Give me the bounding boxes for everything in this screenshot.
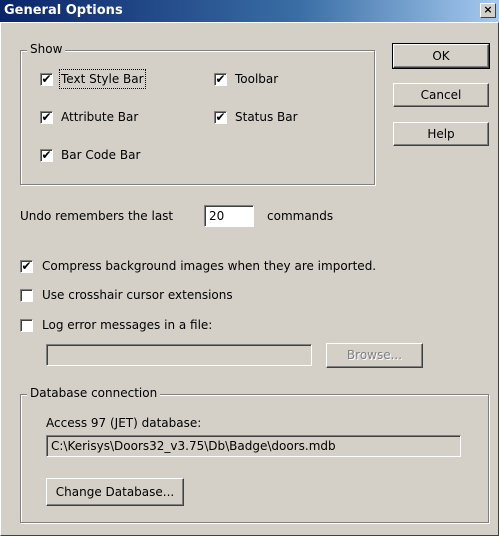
database-path-field: C:\Kerisys\Doors32_v3.75\Db\Badge\doors.… — [46, 435, 461, 457]
log-errors-label[interactable]: Log error messages in a file: — [42, 317, 212, 333]
window-title: General Options — [4, 3, 123, 18]
log-file-path-field[interactable] — [46, 344, 312, 366]
text-style-bar-label[interactable]: Text Style Bar — [59, 69, 146, 89]
bar-code-bar-label[interactable]: Bar Code Bar — [61, 147, 140, 163]
close-icon[interactable]: × — [480, 3, 496, 18]
toolbar-label[interactable]: Toolbar — [235, 71, 278, 87]
dialog-body: Show ✔ Text Style Bar ✔ Toolbar ✔ Attrib… — [0, 22, 499, 536]
status-bar-checkbox[interactable]: ✔ — [214, 111, 227, 124]
crosshair-cursor-label[interactable]: Use crosshair cursor extensions — [42, 287, 233, 303]
undo-suffix-label: commands — [267, 209, 334, 223]
ok-button[interactable]: OK — [392, 43, 490, 69]
title-bar: General Options × — [0, 0, 499, 22]
bar-code-bar-checkbox[interactable]: ✔ — [40, 149, 53, 162]
toolbar-checkbox[interactable]: ✔ — [214, 73, 227, 86]
cancel-button[interactable]: Cancel — [393, 83, 489, 107]
undo-label: Undo remembers the last — [20, 209, 174, 223]
undo-count-input[interactable]: 20 — [204, 205, 254, 227]
database-group-legend: Database connection — [27, 386, 161, 400]
show-group-legend: Show — [27, 42, 66, 56]
log-errors-checkbox[interactable] — [20, 319, 33, 332]
text-style-bar-checkbox[interactable]: ✔ — [40, 73, 53, 86]
crosshair-cursor-checkbox[interactable] — [20, 289, 33, 302]
attribute-bar-label[interactable]: Attribute Bar — [61, 109, 138, 125]
database-type-label: Access 97 (JET) database: — [46, 416, 202, 430]
attribute-bar-checkbox[interactable]: ✔ — [40, 111, 53, 124]
compress-images-checkbox[interactable]: ✔ — [20, 260, 33, 273]
browse-button[interactable]: Browse... — [326, 343, 423, 368]
help-button[interactable]: Help — [393, 122, 489, 146]
status-bar-label[interactable]: Status Bar — [235, 109, 298, 125]
compress-images-label[interactable]: Compress background images when they are… — [42, 258, 376, 274]
change-database-button[interactable]: Change Database... — [46, 478, 184, 506]
